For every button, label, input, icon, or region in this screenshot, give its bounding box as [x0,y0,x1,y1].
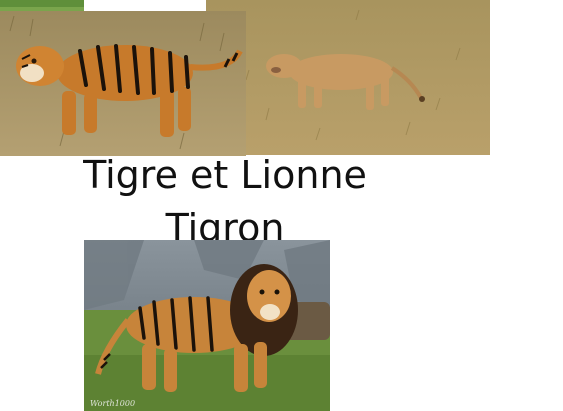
blank-area-right [330,240,563,411]
caption-line-1: Tigre et Lionne [83,153,367,197]
blank-area [84,0,206,11]
tigon-photo: Worth1000 [84,240,330,411]
cropped-strip-image [0,0,84,11]
lioness-photo [206,0,490,155]
watermark-text: Worth1000 [90,399,136,408]
page: { "captions": { "line1": "Tigre et Lionn… [0,0,563,411]
tiger-photo [0,11,246,156]
